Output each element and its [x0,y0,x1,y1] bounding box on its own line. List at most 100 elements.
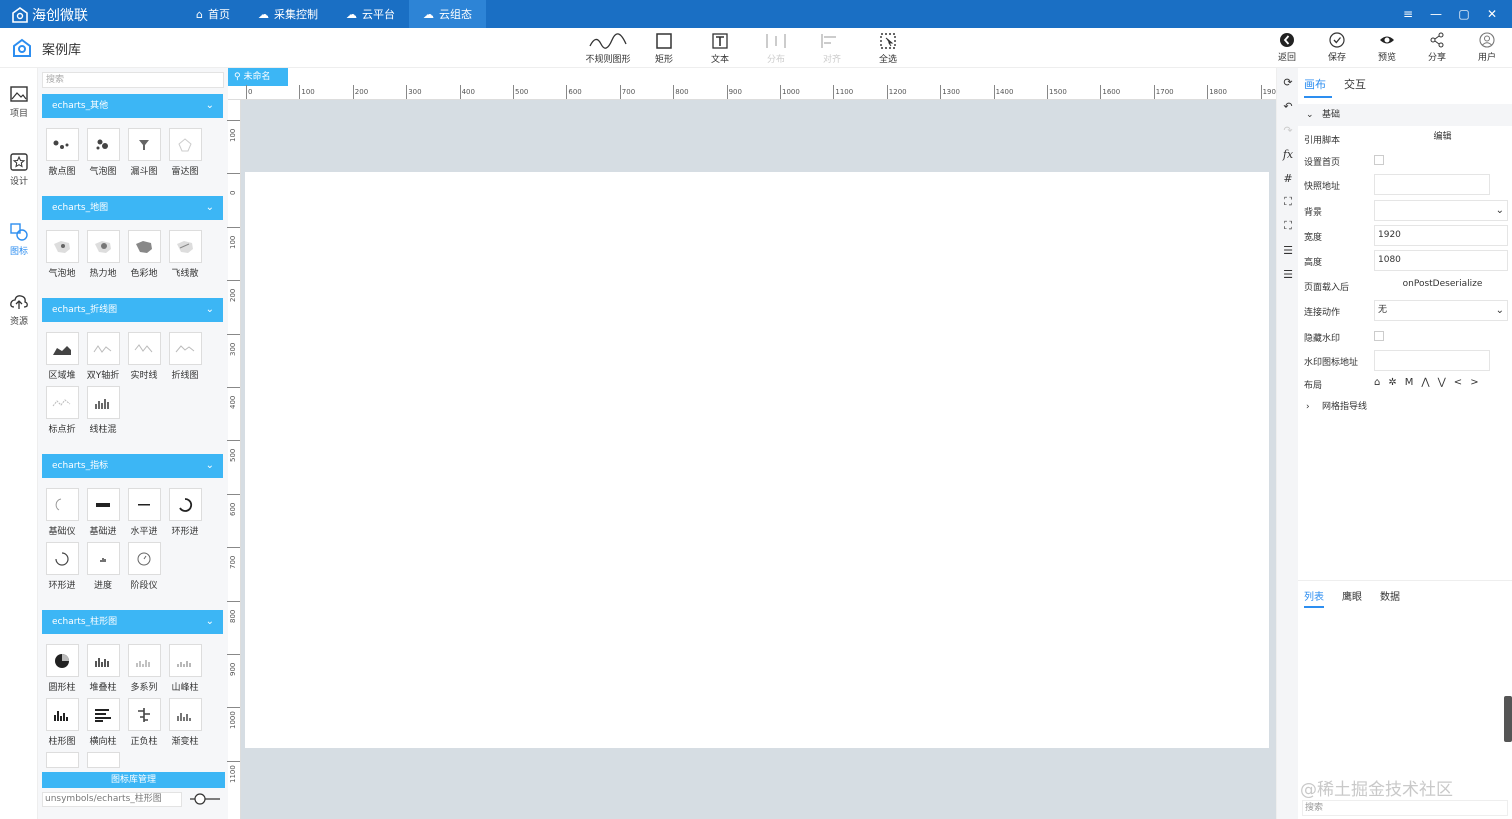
library-item[interactable]: 进度 [84,542,122,591]
library-item[interactable]: 飞线散 [166,230,204,279]
menu-icon[interactable]: ≡ [1394,0,1422,28]
library-item[interactable]: 环形进 [43,542,81,591]
library-item[interactable]: 多系列 [125,644,163,693]
library-item[interactable]: 雷达图 [166,128,204,177]
undo-icon[interactable]: ↶ [1280,98,1296,114]
width-input[interactable]: 1920 [1374,225,1508,246]
section-basic[interactable]: ⌄ 基础 [1298,104,1512,126]
leftnav-design[interactable]: 设计 [0,152,38,187]
tab-canvas[interactable]: 画布 [1304,76,1326,92]
list-search-input[interactable]: 搜索 [1302,800,1508,816]
wm-icon-input[interactable] [1374,350,1490,371]
library-item[interactable]: 气泡图 [84,128,122,177]
layout-home-icon[interactable]: ⌂ [1374,377,1380,388]
library-path-input[interactable]: unsymbols/echarts_柱形图 [42,792,182,807]
library-item[interactable]: 色彩地 [125,230,163,279]
back-button[interactable]: 返回 [1262,32,1312,63]
tab-eagle-eye[interactable]: 鹰眼 [1342,588,1362,603]
layout-star-icon[interactable]: ✲ [1388,377,1396,388]
grid-icon[interactable]: # [1280,170,1296,186]
layout-left-icon[interactable]: < [1454,377,1462,388]
watermark-checkbox[interactable] [1374,331,1384,341]
layout-m-icon[interactable]: M [1405,377,1414,388]
tool-distribute[interactable]: 分布 [748,32,804,65]
document-tab[interactable]: ⚲ 未命名 [228,68,288,86]
tab-data[interactable]: 数据 [1380,588,1400,603]
layout-right-icon[interactable]: > [1470,377,1478,388]
library-item[interactable]: 横向柱 [84,698,122,747]
library-item[interactable]: 热力地 [84,230,122,279]
height-input[interactable]: 1080 [1374,250,1508,271]
nav-collect[interactable]: ☁ 采集控制 [244,0,332,28]
background-select[interactable]: ⌄ [1374,200,1508,221]
home-checkbox[interactable] [1374,155,1384,165]
library-item[interactable]: 环形进 [166,488,204,537]
category-header[interactable]: echarts_柱形图 ⌄ [42,610,223,634]
workspace[interactable] [241,100,1276,819]
library-item[interactable] [43,752,81,768]
layout-down-icon[interactable]: ⋁ [1438,377,1446,388]
category-header[interactable]: echarts_地图 ⌄ [42,196,223,220]
library-item[interactable]: 堆叠柱 [84,644,122,693]
library-item[interactable] [84,752,122,768]
edit-script-link[interactable]: 编辑 [1374,128,1508,149]
refresh-icon[interactable]: ⟳ [1280,74,1296,90]
library-item[interactable]: 散点图 [43,128,81,177]
library-item[interactable]: 折线图 [166,332,204,381]
list-icon[interactable]: ☰ [1280,242,1296,258]
snapshot-input[interactable] [1374,174,1490,195]
library-item[interactable]: 实时线 [125,332,163,381]
preview-button[interactable]: 预览 [1362,32,1412,63]
layers-icon[interactable]: ☰ [1280,266,1296,282]
actual-size-icon[interactable]: ⛶ [1280,218,1296,234]
tab-list[interactable]: 列表 [1304,588,1324,603]
section-grid-guides[interactable]: › 网格指导线 [1298,396,1512,418]
scroll-handle[interactable] [1504,696,1512,742]
leftnav-resources[interactable]: 资源 [0,292,38,327]
zoom-slider[interactable] [188,792,222,806]
library-item[interactable]: 区域堆 [43,332,81,381]
category-header[interactable]: echarts_指标 ⌄ [42,454,223,478]
vertical-ruler[interactable]: 100 0 100 200 300 400 500 600 700 800 900 1000 1100 [227,100,241,819]
horizontal-ruler[interactable]: 0 100 200 300 400 500 600 700 800 900 1000 1100 1200… [228,85,1280,100]
library-item[interactable]: 渐变柱 [166,698,204,747]
library-item[interactable]: 线柱混 [84,386,122,435]
library-item[interactable]: 漏斗图 [125,128,163,177]
library-item[interactable]: 标点折 [43,386,81,435]
function-icon[interactable]: fx [1280,146,1296,162]
nav-cloud-platform[interactable]: ☁ 云平台 [332,0,409,28]
library-item[interactable]: 基础仪 [43,488,81,537]
connect-select[interactable]: 无 ⌄ [1374,300,1508,321]
tool-text[interactable]: 文本 [692,32,748,65]
tool-align[interactable]: 对齐 [804,32,860,65]
design-page[interactable] [245,172,1269,748]
tab-interaction[interactable]: 交互 [1344,76,1366,92]
category-header[interactable]: echarts_折线图 ⌄ [42,298,223,322]
layout-up-icon[interactable]: ⋀ [1421,377,1429,388]
library-item[interactable]: 正负柱 [125,698,163,747]
library-item[interactable]: 水平进 [125,488,163,537]
minimize-icon[interactable]: — [1422,0,1450,28]
user-button[interactable]: 用户 [1462,32,1512,63]
library-item[interactable]: 基础进 [84,488,122,537]
library-item[interactable]: 气泡地 [43,230,81,279]
library-item[interactable]: 柱形图 [43,698,81,747]
library-item[interactable]: 双Y轴折 [84,332,122,381]
onload-link[interactable]: onPostDeserialize [1374,275,1508,296]
close-icon[interactable]: ✕ [1478,0,1506,28]
category-header[interactable]: echarts_其他 ⌄ [42,94,223,118]
fit-screen-icon[interactable]: ⛶ [1280,194,1296,210]
leftnav-icons[interactable]: 图标 [0,222,38,257]
maximize-icon[interactable]: ▢ [1450,0,1478,28]
tool-rectangle[interactable]: 矩形 [636,32,692,65]
library-search-input[interactable]: 搜索 [42,72,224,88]
redo-icon[interactable]: ↷ [1280,122,1296,138]
nav-cloud-config[interactable]: ☁ 云组态 [408,0,486,28]
tool-select-all[interactable]: 全选 [860,32,916,65]
tool-irregular-shape[interactable]: 不规则图形 [580,32,636,65]
library-item[interactable]: 阶段仪 [125,542,163,591]
nav-home[interactable]: ⌂ 首页 [182,0,244,28]
share-button[interactable]: 分享 [1412,32,1462,63]
library-manage-button[interactable]: 图标库管理 [42,772,225,788]
leftnav-project[interactable]: 项目 [0,84,38,119]
